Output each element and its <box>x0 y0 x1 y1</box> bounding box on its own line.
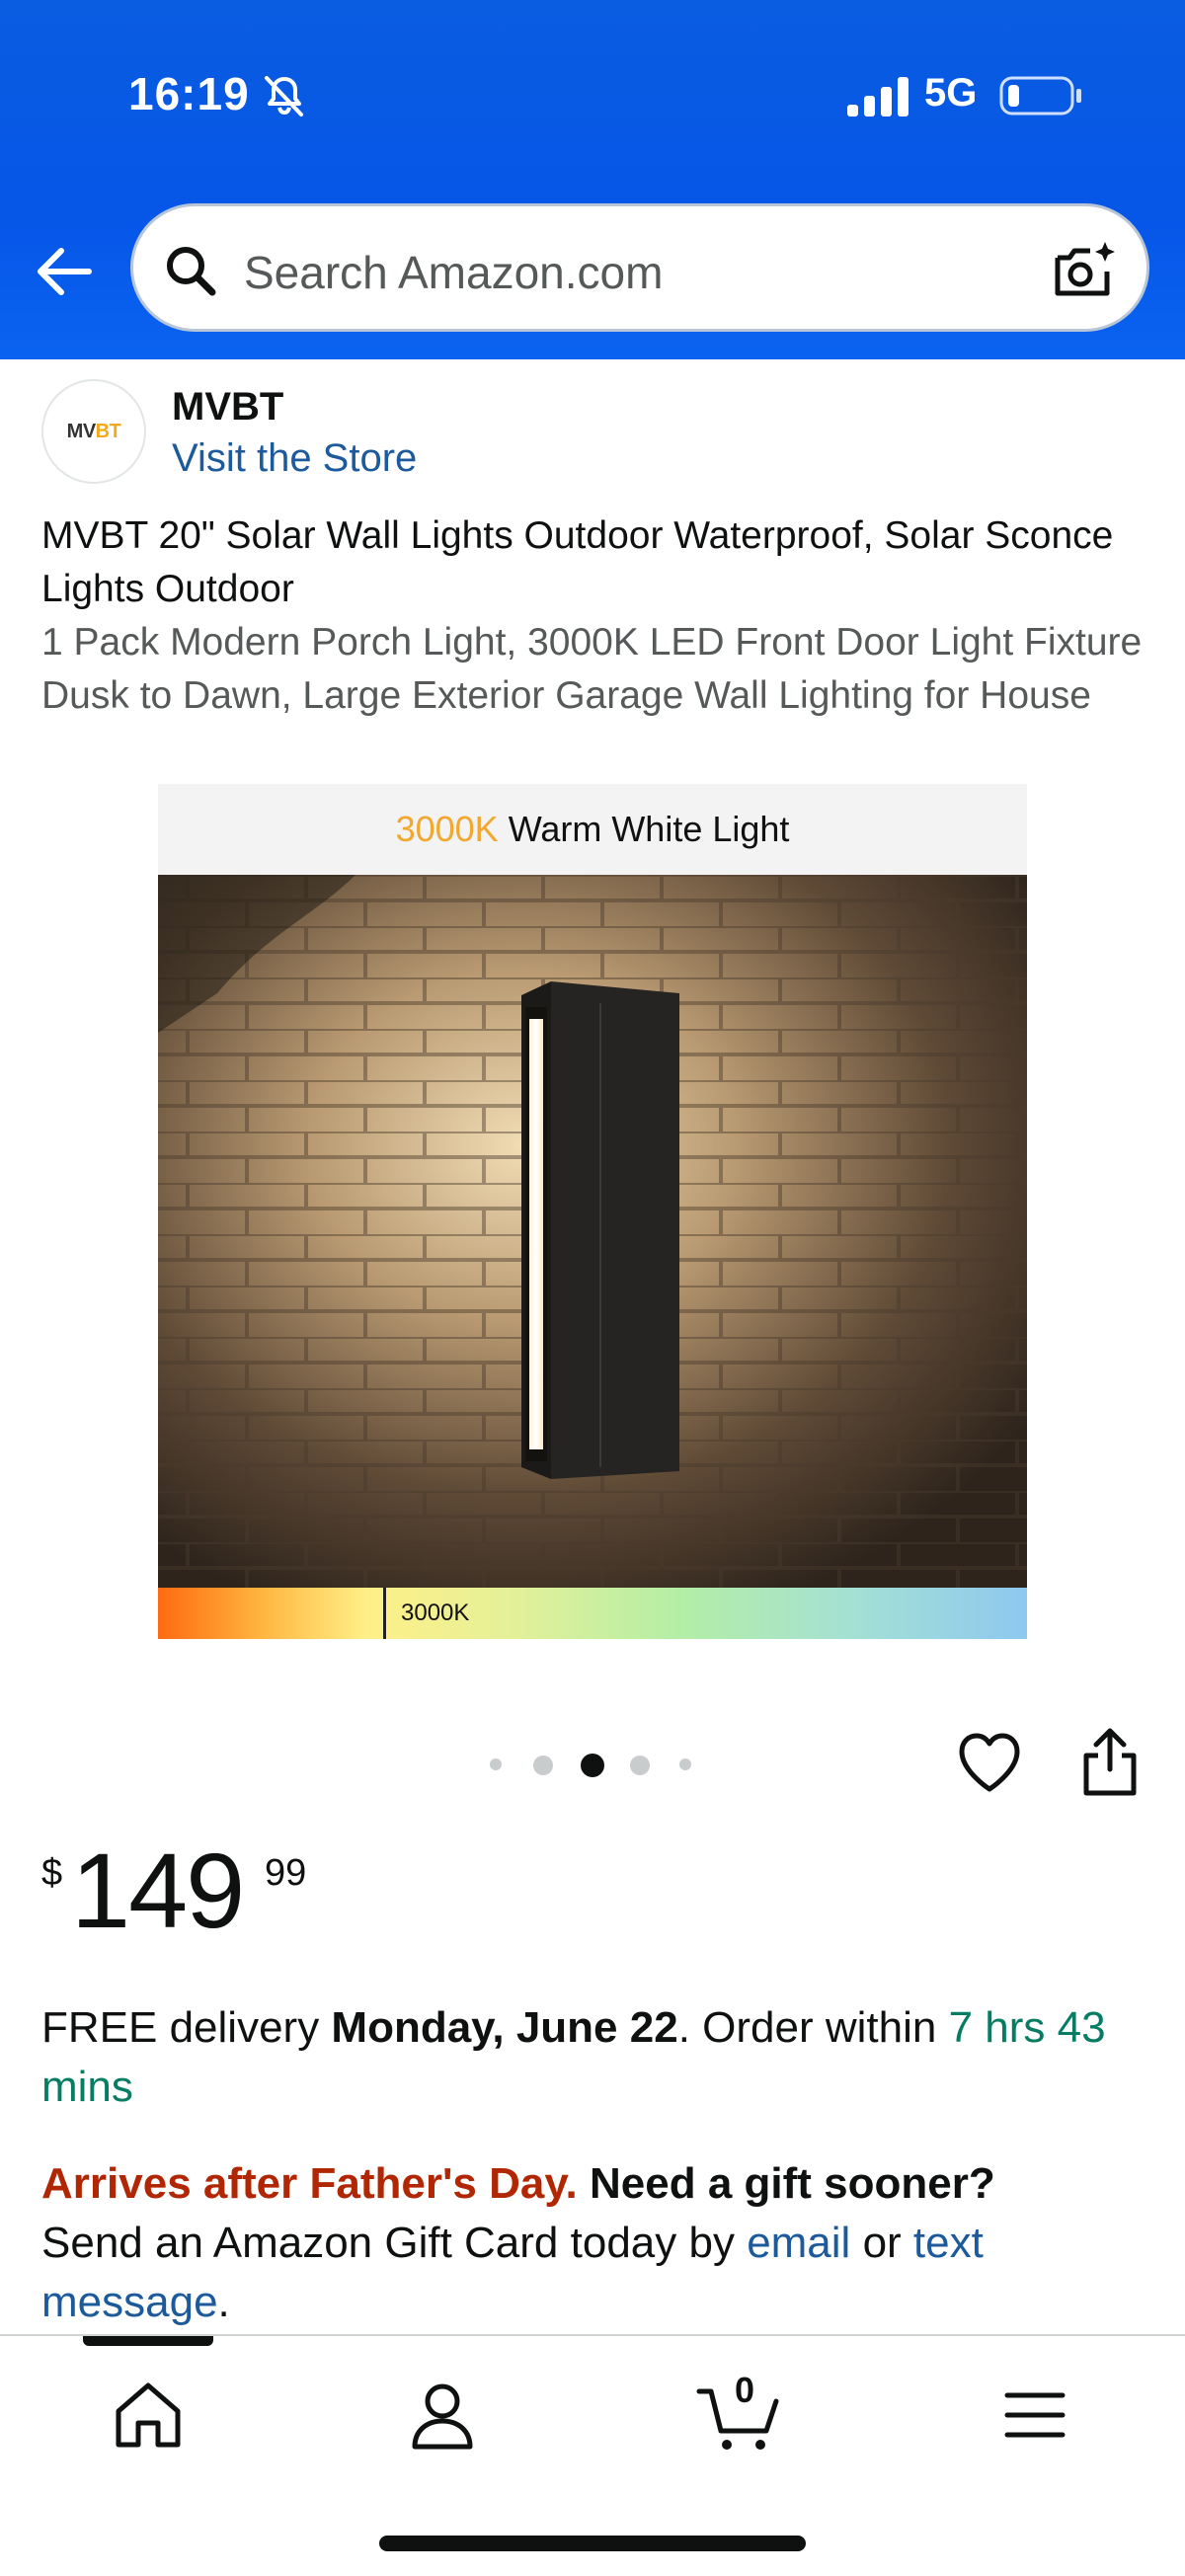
back-arrow-icon[interactable] <box>34 241 95 302</box>
banner-temperature: 3000K <box>395 809 499 849</box>
nav-active-indicator <box>83 2336 213 2346</box>
visit-store-link[interactable]: Visit the Store <box>172 436 417 481</box>
cellular-signal-icon <box>847 77 908 117</box>
product-title: MVBT 20" Solar Wall Lights Outdoor Water… <box>41 514 1114 610</box>
share-icon[interactable] <box>1078 1728 1142 1797</box>
carousel-dot <box>630 1756 650 1775</box>
heart-icon[interactable] <box>956 1730 1023 1797</box>
price-whole: 149 <box>71 1831 245 1950</box>
store-name: MVBT <box>172 385 284 429</box>
delivery-info: FREE delivery Monday, June 22. Order wit… <box>41 2003 1106 2111</box>
status-time: 16:19 <box>128 68 250 119</box>
image-banner: 3000K Warm White Light <box>158 784 1027 875</box>
home-indicator[interactable] <box>379 2536 806 2551</box>
carousel-dot-active <box>581 1754 604 1777</box>
home-icon[interactable] <box>111 2378 186 2453</box>
delivery-date: Monday, June 22 <box>331 2003 678 2052</box>
wall-light-photo <box>158 875 1027 1588</box>
carousel-dot <box>533 1756 553 1775</box>
price-symbol: $ <box>41 1852 63 1894</box>
product-subtitle: 1 Pack Modern Porch Light, 3000K LED Fro… <box>41 621 1143 717</box>
product-image[interactable]: 3000K Warm White Light 3000K <box>158 784 1027 1639</box>
account-icon[interactable] <box>405 2378 480 2453</box>
search-icon <box>167 247 216 296</box>
carousel-indicator <box>486 1750 703 1777</box>
battery-icon <box>999 76 1081 116</box>
search-placeholder: Search Amazon.com <box>244 247 664 298</box>
price-fraction: 99 <box>265 1852 307 1894</box>
store-logo[interactable]: MV BT <box>41 379 146 484</box>
search-input[interactable]: Search Amazon.com <box>130 203 1149 332</box>
carousel-dot <box>679 1758 691 1770</box>
network-type: 5G <box>924 71 978 115</box>
temperature-marker-label: 3000K <box>401 1600 470 1626</box>
app-header: 16:19 5G Search Amazon.com <box>0 0 1185 359</box>
bell-slash-icon <box>265 76 303 117</box>
arrival-warning: Arrives after Father's Day. <box>41 2159 578 2208</box>
carousel-dot <box>490 1758 502 1770</box>
banner-text: Warm White Light <box>508 809 790 849</box>
email-link[interactable]: email <box>747 2219 850 2267</box>
temperature-marker <box>383 1588 386 1639</box>
color-temperature-scale: 3000K <box>158 1588 1027 1639</box>
gift-notice: Arrives after Father's Day. Need a gift … <box>41 2159 995 2326</box>
menu-icon[interactable] <box>997 2378 1072 2453</box>
camera-search-icon[interactable] <box>1052 240 1117 301</box>
cart-count: 0 <box>735 2370 755 2410</box>
